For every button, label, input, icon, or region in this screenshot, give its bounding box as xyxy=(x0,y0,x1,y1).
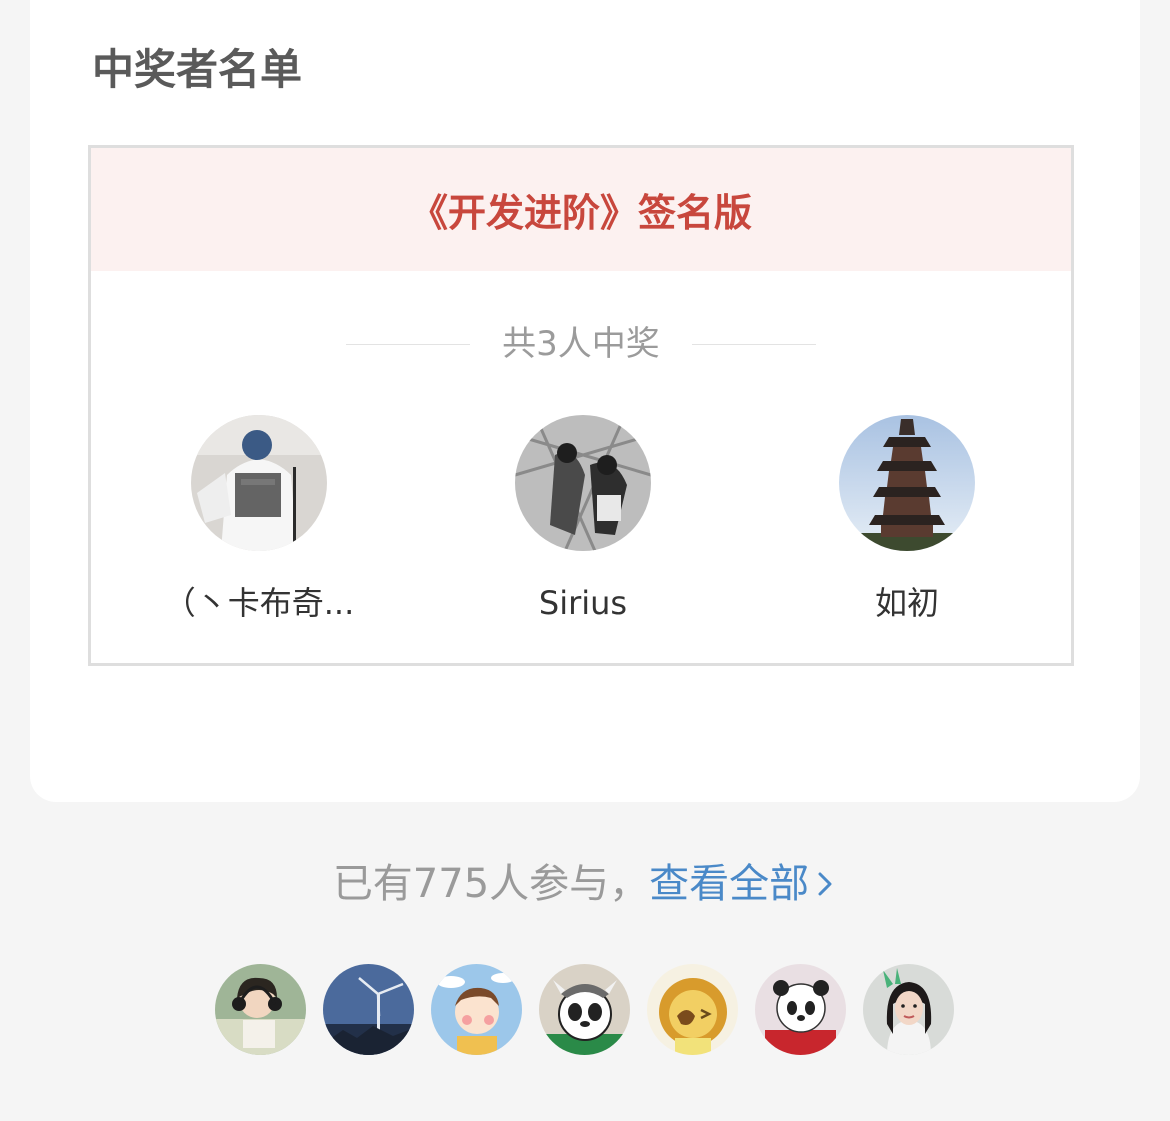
participation-count: 已有775人参与， xyxy=(332,861,650,907)
divider-right xyxy=(691,343,816,345)
participant-avatar[interactable] xyxy=(647,964,738,1055)
winner-name: Sirius xyxy=(538,584,628,622)
participant-avatar[interactable] xyxy=(215,964,306,1055)
prize-header: 《开发进阶》签名版 xyxy=(91,148,1071,271)
divider-left xyxy=(346,343,471,345)
participant-avatar[interactable] xyxy=(863,964,954,1055)
view-all-label: 查看全部 xyxy=(649,861,810,907)
participant-avatar[interactable] xyxy=(431,964,522,1055)
winner-avatar[interactable] xyxy=(839,415,975,551)
participant-avatars xyxy=(215,964,954,1055)
chevron-right-icon xyxy=(818,872,832,896)
winner-item[interactable]: （丶卡布奇... xyxy=(149,415,369,625)
winner-name: 如初 xyxy=(874,584,939,622)
prize-title: 《开发进阶》签名版 xyxy=(409,191,752,235)
prize-box: 《开发进阶》签名版 共3人中奖 （丶卡布奇... Sirius 如初 xyxy=(88,145,1074,666)
section-title: 中奖者名单 xyxy=(92,45,303,94)
winner-item[interactable]: 如初 xyxy=(797,415,1017,625)
participant-avatar[interactable] xyxy=(323,964,414,1055)
winner-count: 共3人中奖 xyxy=(502,324,660,364)
winner-avatar[interactable] xyxy=(191,415,327,551)
view-all-link[interactable]: 查看全部 xyxy=(649,861,837,907)
participant-avatar[interactable] xyxy=(539,964,630,1055)
winner-item[interactable]: Sirius xyxy=(473,415,693,625)
winner-name: （丶卡布奇... xyxy=(163,584,355,622)
winner-avatar[interactable] xyxy=(515,415,651,551)
winner-count-row: 共3人中奖 xyxy=(91,320,1071,368)
participation-summary: 已有775人参与，查看全部 xyxy=(0,856,1170,912)
winner-list: （丶卡布奇... Sirius 如初 xyxy=(91,415,1071,625)
participant-avatar[interactable] xyxy=(755,964,846,1055)
